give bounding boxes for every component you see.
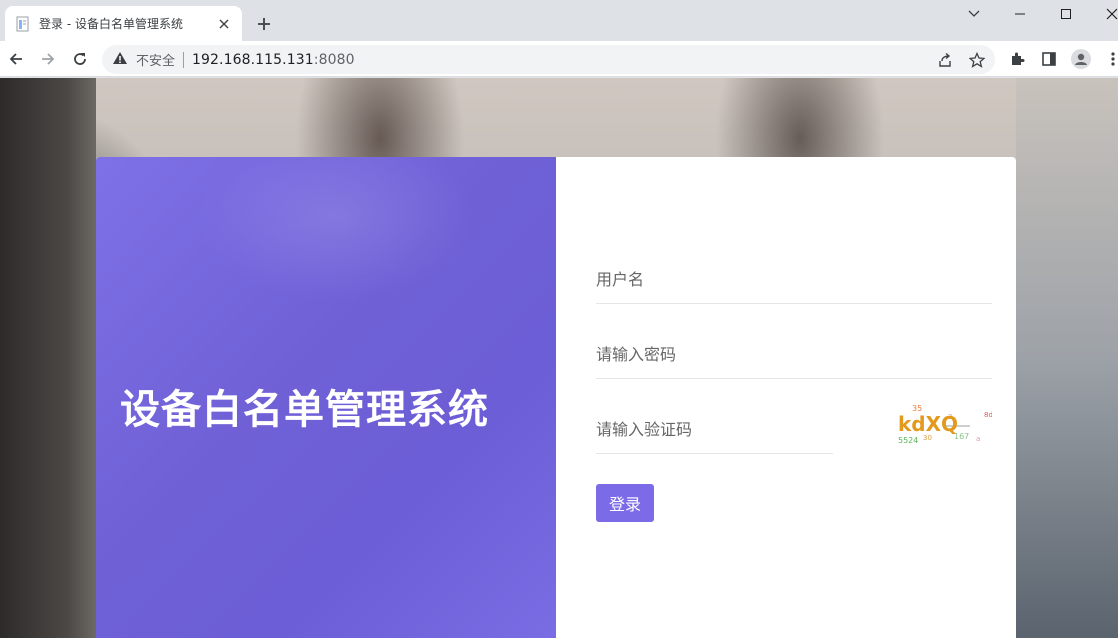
minimize-icon[interactable] [997,0,1043,28]
password-input[interactable] [596,331,992,378]
browser-toolbar: 不安全 192.168.115.131:8080 [0,41,1118,77]
captcha-field-wrapper [596,406,833,454]
brand-panel: 设备白名单管理系统 [96,157,556,638]
background-image-right [1016,78,1118,638]
bookmark-star-icon[interactable] [967,50,987,70]
background-image [0,78,96,638]
page-viewport: 设备白名单管理系统 35 8d 3 5524 30 167 a [0,78,1118,638]
address-bar[interactable]: 不安全 192.168.115.131:8080 [102,45,995,74]
login-form: 35 8d 3 5524 30 167 a kdXQ 登录 [596,157,993,638]
security-label: 不安全 [136,54,176,69]
captcha-text: kdXQ [898,412,958,436]
menu-icon[interactable] [1103,49,1118,69]
page-title: 设备白名单管理系统 [120,387,489,433]
back-icon[interactable] [2,45,30,73]
svg-text:8d: 8d [984,411,992,419]
tab-close-icon[interactable] [216,16,232,32]
tab-strip: 登录 - 设备白名单管理系统 [0,0,1118,41]
login-card: 设备白名单管理系统 35 8d 3 5524 30 167 a [96,157,1016,638]
side-panel-icon[interactable] [1039,49,1059,69]
reload-icon[interactable] [66,45,94,73]
omnibox-divider [183,51,185,68]
extensions-icon[interactable] [1007,49,1027,69]
svg-text:5524: 5524 [898,436,918,445]
username-field-wrapper [596,256,992,304]
security-indicator[interactable]: 不安全 [112,50,175,69]
tab-title: 登录 - 设备白名单管理系统 [39,17,183,31]
forward-icon[interactable] [34,45,62,73]
url-text[interactable]: 192.168.115.131:8080 [192,52,355,68]
tab-search-icon[interactable] [951,0,997,28]
browser-tab[interactable]: 登录 - 设备白名单管理系统 [5,6,242,41]
captcha-input[interactable] [596,406,833,453]
captcha-image[interactable]: 35 8d 3 5524 30 167 a kdXQ [896,404,993,445]
username-input[interactable] [596,256,992,303]
url-port: :8080 [313,51,355,68]
login-button[interactable]: 登录 [596,484,654,522]
url-host: 192.168.115.131 [192,51,314,68]
new-tab-button[interactable] [252,12,276,36]
page-icon [15,16,31,32]
warning-icon [112,51,128,69]
password-field-wrapper [596,331,992,379]
close-window-icon[interactable] [1089,0,1118,28]
share-icon[interactable] [935,50,955,70]
profile-icon[interactable] [1071,49,1091,69]
svg-text:a: a [976,435,980,443]
maximize-icon[interactable] [1043,0,1089,28]
